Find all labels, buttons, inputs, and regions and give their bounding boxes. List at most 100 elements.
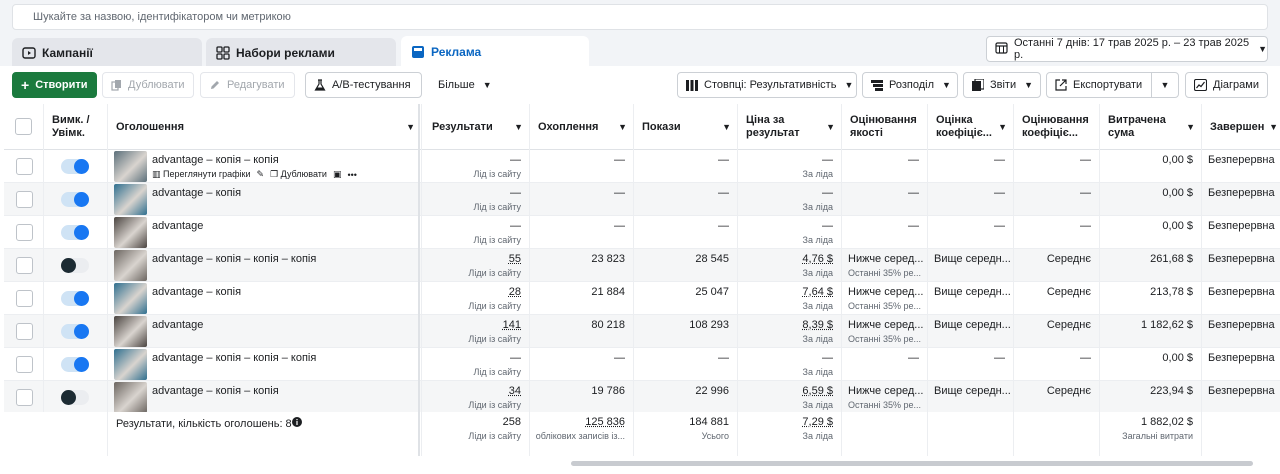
cell-cpr-value[interactable]: 4,76 $	[802, 253, 833, 265]
row-checkbox[interactable]	[16, 257, 33, 274]
cell-cpr-value[interactable]: 7,64 $	[802, 286, 833, 298]
ad-name[interactable]: advantage – копія – копія	[152, 385, 279, 397]
delivery-toggle[interactable]	[61, 390, 89, 405]
cell-results-value[interactable]: 55	[509, 253, 521, 265]
table-row[interactable]: advantage – копія – копія – копія — Лід …	[4, 348, 1280, 381]
ad-name[interactable]: advantage – копія	[152, 286, 241, 298]
ad-thumbnail[interactable]	[114, 349, 147, 380]
create-button[interactable]: + Створити	[12, 72, 97, 98]
header-label: Покази	[642, 120, 681, 133]
table-row[interactable]: advantage – копія – копія 34 Ліди із сай…	[4, 381, 1280, 414]
export-dropdown-button[interactable]: ▼	[1151, 72, 1179, 98]
table-row[interactable]: advantage — Лід із сайту — — — За ліда —	[4, 216, 1280, 249]
ad-name[interactable]: advantage – копія – копія – копія	[152, 253, 316, 265]
delivery-toggle[interactable]	[61, 225, 89, 240]
cell-results-value[interactable]: 34	[509, 385, 521, 397]
row-checkbox[interactable]	[16, 389, 33, 406]
delivery-toggle[interactable]	[61, 357, 89, 372]
ad-thumbnail[interactable]	[114, 250, 147, 281]
table-row[interactable]: advantage – копія – копія ▥ Переглянути …	[4, 150, 1280, 183]
duplicate-button[interactable]: Дублювати	[102, 72, 194, 98]
row-checkbox[interactable]	[16, 191, 33, 208]
row-checkbox[interactable]	[16, 158, 33, 175]
horizontal-scrollbar[interactable]	[571, 461, 1253, 466]
ad-thumbnail[interactable]	[114, 283, 147, 314]
search-input[interactable]: Шукайте за назвою, ідентифікатором чи ме…	[12, 4, 1268, 30]
header-engagement[interactable]: Оцінка коефіціє... ▼	[928, 104, 1014, 150]
breakdown-button[interactable]: Розподіл ▼	[862, 72, 958, 98]
edit-button[interactable]: Редагувати	[200, 72, 295, 98]
columns-button[interactable]: Стовпці: Результативність ▼	[677, 72, 857, 98]
cell-cpr-sub: За ліда	[802, 400, 833, 410]
export-button[interactable]: Експортувати	[1046, 72, 1152, 98]
more-icon[interactable]: •••	[347, 170, 356, 180]
table-row[interactable]: advantage – копія 28 Ліди із сайту 21 88…	[4, 282, 1280, 315]
ad-name[interactable]: advantage – копія – копія	[152, 154, 279, 166]
cell-cpr: 7,64 $ За ліда	[738, 282, 842, 315]
preview-icon[interactable]: ▣	[333, 169, 342, 180]
footer-impressions-value: 184 881	[689, 416, 729, 428]
cell-cpr-value[interactable]: 8,39 $	[802, 319, 833, 331]
charts-button[interactable]: Діаграми	[1185, 72, 1268, 98]
header-impressions[interactable]: Покази ▼	[634, 104, 738, 150]
ad-thumbnail[interactable]	[114, 151, 147, 182]
tab-campaigns[interactable]: Кампанії	[12, 38, 202, 68]
ad-name[interactable]: advantage – копія	[152, 187, 241, 199]
info-icon[interactable]	[292, 417, 302, 430]
ad-name[interactable]: advantage – копія – копія – копія	[152, 352, 316, 364]
cell-conversion: —	[1014, 150, 1100, 183]
row-checkbox[interactable]	[16, 323, 33, 340]
ad-name[interactable]: advantage	[152, 319, 203, 331]
table-row[interactable]: advantage 141 Ліди із сайту 80 218 108 2…	[4, 315, 1280, 348]
cell-results: — Лід із сайту	[424, 183, 530, 216]
delivery-toggle[interactable]	[61, 324, 89, 339]
delivery-toggle[interactable]	[61, 291, 89, 306]
cell-engagement-value: —	[994, 352, 1005, 364]
cell-quality-value: —	[908, 220, 919, 232]
ab-test-button[interactable]: A/B-тестування	[305, 72, 422, 98]
ad-thumbnail[interactable]	[114, 217, 147, 248]
footer-reach-value[interactable]: 125 836	[585, 416, 625, 428]
header-label: Охоплення	[538, 120, 599, 133]
header-onoff[interactable]: Вимк. / Увімк.	[44, 104, 108, 150]
cell-cpr-value[interactable]: 6,59 $	[802, 385, 833, 397]
header-cpr[interactable]: Ціна за результат ▼	[738, 104, 842, 150]
select-all-checkbox[interactable]	[15, 118, 32, 135]
ad-thumbnail[interactable]	[114, 184, 147, 215]
header-ends[interactable]: Завершен ▼	[1202, 104, 1280, 150]
view-charts-link[interactable]: ▥ Переглянути графіки	[152, 169, 251, 180]
header-conversion[interactable]: Оцінювання коефіціє...	[1014, 104, 1100, 150]
ads-table: Вимк. / Увімк. Оголошення ▼ Результати ▼…	[4, 104, 1280, 456]
header-reach[interactable]: Охоплення ▼	[530, 104, 634, 150]
ad-name[interactable]: advantage	[152, 220, 203, 232]
frozen-column-divider	[418, 104, 420, 456]
header-quality[interactable]: Оцінювання якості	[842, 104, 928, 150]
tab-ads[interactable]: Реклама	[401, 36, 589, 68]
tab-adsets[interactable]: Набори реклами	[206, 38, 396, 68]
row-checkbox[interactable]	[16, 290, 33, 307]
header-spent[interactable]: Витрачена сума ▼	[1100, 104, 1202, 150]
ad-thumbnail[interactable]	[114, 316, 147, 347]
delivery-toggle[interactable]	[61, 192, 89, 207]
cell-results-value[interactable]: 28	[509, 286, 521, 298]
ad-thumbnail[interactable]	[114, 382, 147, 413]
cell-engagement: —	[928, 150, 1014, 183]
duplicate-link[interactable]: ❐ Дублювати	[270, 169, 327, 180]
table-row[interactable]: advantage – копія – копія – копія 55 Лід…	[4, 249, 1280, 282]
date-range-picker[interactable]: Останні 7 днів: 17 трав 2025 р. – 23 тра…	[986, 36, 1268, 62]
cell-engagement: —	[928, 183, 1014, 216]
row-checkbox[interactable]	[16, 356, 33, 373]
header-results[interactable]: Результати ▼	[424, 104, 530, 150]
header-ad[interactable]: Оголошення ▼	[108, 104, 422, 150]
delivery-toggle[interactable]	[61, 159, 89, 174]
reports-button[interactable]: Звіти ▼	[963, 72, 1041, 98]
table-row[interactable]: advantage – копія — Лід із сайту — — — З…	[4, 183, 1280, 216]
footer-cpr-value[interactable]: 7,29 $	[802, 416, 833, 428]
pencil-icon[interactable]: ✎	[257, 169, 265, 180]
columns-icon	[686, 79, 698, 91]
cell-cpr: 4,76 $ За ліда	[738, 249, 842, 282]
more-button[interactable]: Більше ▼	[430, 72, 500, 98]
row-checkbox[interactable]	[16, 224, 33, 241]
cell-results-value[interactable]: 141	[503, 319, 521, 331]
delivery-toggle[interactable]	[61, 258, 89, 273]
